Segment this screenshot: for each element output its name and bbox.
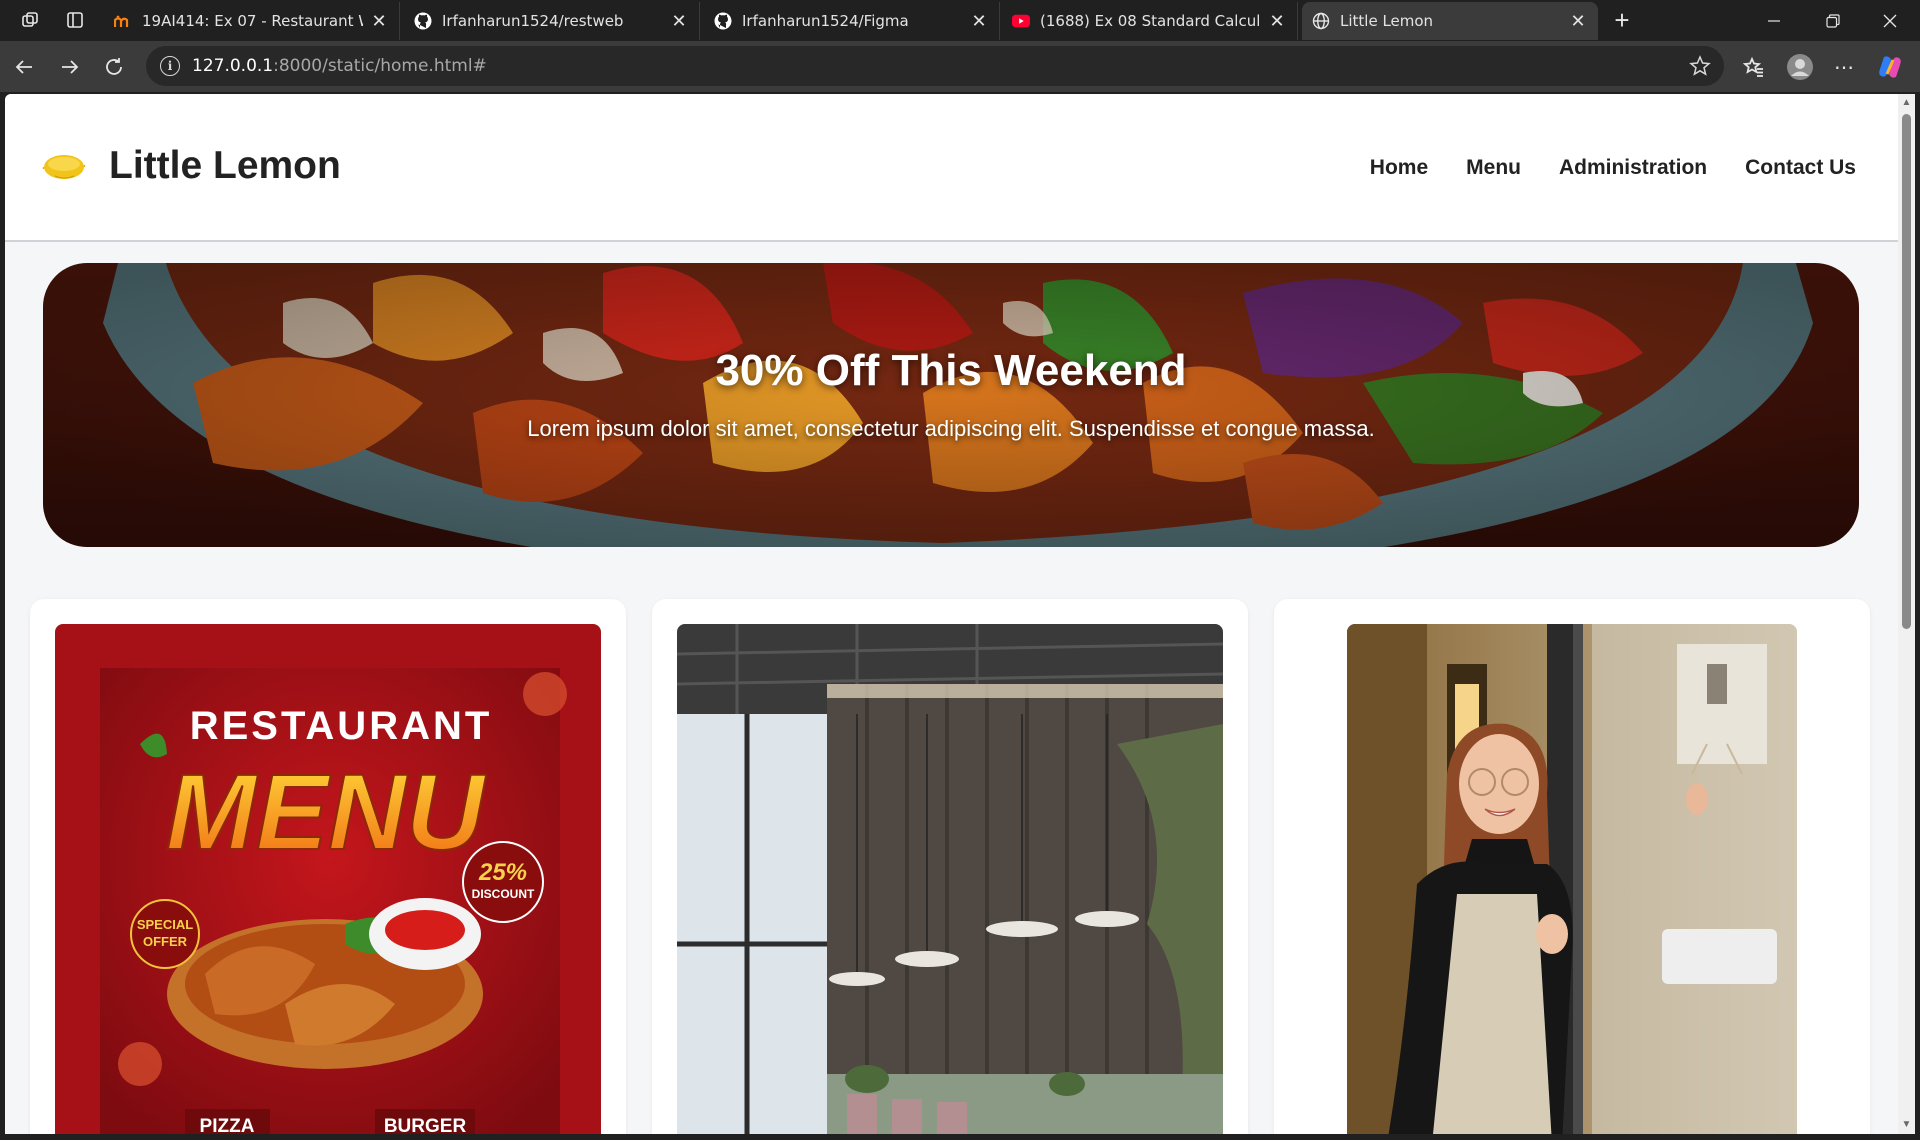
address-bar[interactable]: i 127.0.0.1:8000/static/home.html# <box>146 46 1724 86</box>
restaurant-menu-poster-image[interactable]: RESTAURANT MENU SPECIAL OFFER 25% DISCOU… <box>55 624 601 1134</box>
reload-icon[interactable] <box>96 49 132 85</box>
workspaces-icon[interactable] <box>12 2 48 38</box>
close-tab-icon[interactable]: ✕ <box>669 11 689 32</box>
scroll-down-icon[interactable]: ▼ <box>1901 1120 1912 1130</box>
profile-avatar-icon[interactable] <box>1782 49 1818 85</box>
tab-restweb-repo[interactable]: Irfanharun1524/restweb ✕ <box>404 2 700 40</box>
promo-title: 30% Off This Weekend <box>715 346 1187 395</box>
tab-label: Little Lemon <box>1340 12 1434 30</box>
badge-discount-line1: 25% <box>478 859 527 886</box>
tab-little-lemon[interactable]: Little Lemon ✕ <box>1302 2 1598 40</box>
nav-home[interactable]: Home <box>1370 156 1428 180</box>
youtube-icon <box>1012 12 1030 30</box>
github-icon <box>414 12 432 30</box>
nav-menu[interactable]: Menu <box>1466 156 1521 180</box>
card-interior <box>652 599 1248 1134</box>
favorite-star-icon[interactable] <box>1688 54 1712 78</box>
tab-label: (1688) Ex 08 Standard Calculator <box>1040 12 1261 30</box>
nav-contact-us[interactable]: Contact Us <box>1745 156 1856 180</box>
page-scrollbar[interactable]: ▲ ▼ <box>1898 94 1915 1134</box>
site-logo[interactable]: Little Lemon <box>41 144 341 188</box>
poster-headline: MENU <box>166 751 487 872</box>
site-header: Little Lemon Home Menu Administration Co… <box>5 94 1898 242</box>
badge-special-line2: OFFER <box>143 934 188 949</box>
tab-actions-icon[interactable] <box>57 2 93 38</box>
restore-icon[interactable] <box>1805 0 1861 41</box>
globe-icon <box>1312 12 1330 30</box>
waitress-at-door-image[interactable] <box>1347 624 1797 1134</box>
minimize-icon[interactable] <box>1746 0 1802 41</box>
promo-text: 30% Off This Weekend Lorem ipsum dolor s… <box>43 263 1859 547</box>
browser-toolbar: i 127.0.0.1:8000/static/home.html# ⋯ <box>0 41 1920 92</box>
new-tab-button[interactable]: + <box>1604 2 1640 38</box>
tab-restaurant-website[interactable]: 19AI414: Ex 07 - Restaurant Website ✕ <box>104 2 400 40</box>
github-icon <box>714 12 732 30</box>
site-info-icon[interactable]: i <box>160 56 180 76</box>
badge-discount-line2: DISCOUNT <box>472 887 535 901</box>
scrollbar-thumb[interactable] <box>1902 114 1911 629</box>
tab-label: Irfanharun1524/Figma <box>742 12 909 30</box>
tab-figma-repo[interactable]: Irfanharun1524/Figma ✕ <box>704 2 1000 40</box>
main-nav: Home Menu Administration Contact Us <box>1370 156 1856 180</box>
close-tab-icon[interactable]: ✕ <box>1568 11 1588 32</box>
brand-name: Little Lemon <box>109 144 341 187</box>
moodle-icon <box>114 12 132 30</box>
poster-title: RESTAURANT <box>190 704 493 748</box>
back-icon[interactable] <box>6 49 42 85</box>
url-host: 127.0.0.1 <box>192 56 274 76</box>
nav-administration[interactable]: Administration <box>1559 156 1707 180</box>
tab-label: Irfanharun1524/restweb <box>442 12 624 30</box>
browser-tab-bar: 19AI414: Ex 07 - Restaurant Website ✕ Ir… <box>0 0 1920 41</box>
close-tab-icon[interactable]: ✕ <box>1267 11 1287 32</box>
close-tab-icon[interactable]: ✕ <box>969 11 989 32</box>
copilot-icon[interactable] <box>1872 49 1908 85</box>
forward-icon[interactable] <box>52 49 88 85</box>
close-tab-icon[interactable]: ✕ <box>369 11 389 32</box>
poster-item-burger: BURGER <box>384 1116 467 1134</box>
card-menu: RESTAURANT MENU SPECIAL OFFER 25% DISCOU… <box>30 599 626 1134</box>
close-window-icon[interactable] <box>1862 0 1918 41</box>
poster-item-pizza: PIZZA <box>200 1116 255 1134</box>
tab-youtube-video[interactable]: (1688) Ex 08 Standard Calculator ✕ <box>1002 2 1298 40</box>
page-viewport: Little Lemon Home Menu Administration Co… <box>5 94 1898 1134</box>
restaurant-interior-image[interactable] <box>677 624 1223 1134</box>
scroll-up-icon[interactable]: ▲ <box>1901 98 1912 108</box>
favorites-icon[interactable] <box>1736 49 1772 85</box>
promo-banner: 30% Off This Weekend Lorem ipsum dolor s… <box>43 263 1859 547</box>
promo-subtitle: Lorem ipsum dolor sit amet, consectetur … <box>527 416 1375 441</box>
url-path: :8000/static/home.html# <box>273 56 487 76</box>
lemon-icon <box>42 155 86 179</box>
more-options-icon[interactable]: ⋯ <box>1826 49 1862 85</box>
tab-label: 19AI414: Ex 07 - Restaurant Website <box>142 12 363 30</box>
card-staff <box>1274 599 1870 1134</box>
badge-special-line1: SPECIAL <box>137 917 193 932</box>
